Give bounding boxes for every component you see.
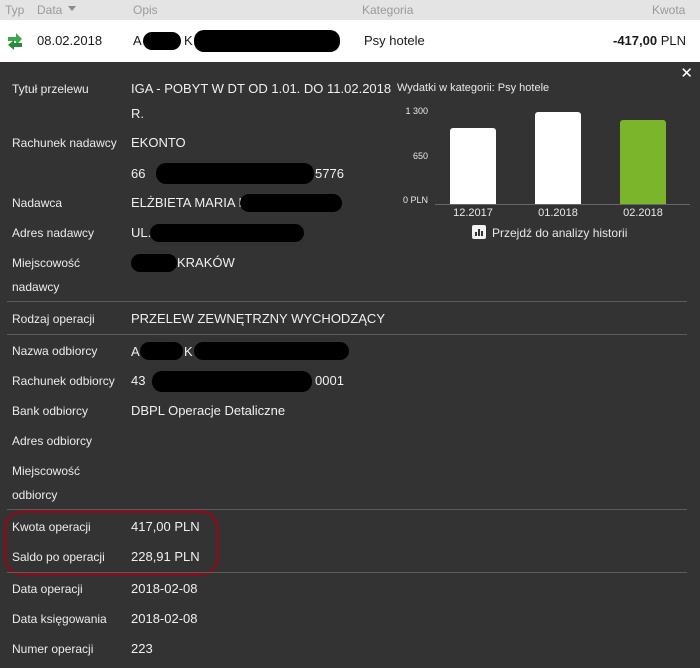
op-type-label: Rodzaj operacji	[12, 312, 95, 326]
redaction-block	[194, 30, 340, 52]
redaction-block	[143, 32, 181, 50]
sender-city-value: KRAKÓW	[177, 255, 235, 270]
bar-02.2018[interactable]	[620, 120, 666, 204]
y-tick-label: 1 300	[405, 106, 428, 116]
op-number-value: 223	[131, 641, 153, 656]
op-date-value: 2018-02-08	[131, 581, 198, 596]
sender-account-suffix: 5776	[315, 166, 344, 181]
column-amount[interactable]: Kwota	[652, 3, 685, 17]
sender-city-label-2: nadawcy	[12, 280, 60, 294]
bar-01.2018[interactable]	[535, 112, 581, 204]
title-label: Tytuł przelewu	[12, 82, 89, 96]
redaction-block	[131, 254, 177, 272]
recipient-city-label-1: Miejscowość	[12, 464, 81, 478]
column-type: Typ	[5, 3, 25, 17]
op-number-label: Numer operacji	[12, 642, 94, 656]
sender-account-prefix: 66	[131, 166, 146, 181]
transaction-details-panel: ✕ Tytuł przelewu IGA - POBYT W DT OD 1.0…	[0, 62, 700, 668]
redaction-block	[194, 342, 349, 360]
column-date[interactable]: Data	[37, 3, 77, 17]
recipient-name-k: K	[184, 344, 193, 359]
sender-city-label-1: Miejscowość	[12, 256, 81, 270]
recipient-name-label: Nazwa odbiorcy	[12, 344, 98, 358]
op-type-value: PRZELEW ZEWNĘTRZNY WYCHODZĄCY	[131, 311, 385, 326]
y-tick-label: 650	[412, 151, 428, 161]
x-tick-label: 12.2017	[453, 207, 493, 219]
sender-value: ELŻBIETA MARIA I	[131, 195, 243, 210]
redaction-block	[240, 194, 342, 212]
recipient-account-label: Rachunek odbiorcy	[12, 374, 115, 388]
divider	[7, 301, 687, 302]
title-value-line1: IGA - POBYT W DT OD 1.01. DO 11.02.2018	[131, 81, 392, 96]
close-icon[interactable]: ✕	[680, 64, 693, 82]
sender-account-label: Rachunek nadawcy	[12, 136, 117, 150]
op-date-label: Data operacji	[12, 582, 83, 596]
recipient-address-label: Adres odbiorcy	[12, 434, 93, 448]
sender-label: Nadawca	[12, 196, 63, 210]
sender-address-value: UL.	[131, 225, 152, 240]
redaction-block	[150, 224, 304, 242]
recipient-bank-value: DBPL Operacje Detaliczne	[131, 403, 286, 418]
column-description[interactable]: Opis	[133, 3, 158, 17]
recipient-account-suffix: 0001	[315, 373, 344, 388]
transaction-desc-start: A	[133, 33, 142, 48]
divider	[7, 572, 687, 573]
bar-12.2017[interactable]	[450, 128, 496, 204]
redaction-block	[140, 342, 183, 360]
sender-address-label: Adres nadawcy	[12, 226, 95, 240]
sort-desc-icon	[68, 6, 77, 11]
x-tick-label: 01.2018	[538, 207, 578, 219]
redaction-block	[152, 371, 312, 392]
recipient-name-a: A	[131, 344, 140, 359]
recipient-account-prefix: 43	[131, 373, 146, 388]
chart-baseline	[435, 204, 690, 205]
booking-date-label: Data księgowania	[12, 612, 107, 626]
transaction-currency: PLN	[660, 33, 687, 48]
transaction-amount: -417,00 PLN	[613, 33, 686, 48]
sender-account-type: EKONTO	[131, 135, 186, 150]
chart-title: Wydatki w kategorii: Psy hotele	[397, 82, 550, 94]
transaction-row[interactable]: 08.02.2018 A K Psy hotele -417,00 PLN	[0, 20, 700, 62]
transaction-desc-mid: K	[184, 33, 193, 48]
transaction-date: 08.02.2018	[37, 33, 103, 48]
y-tick-label: 0 PLN	[402, 195, 428, 205]
recipient-city-label-2: odbiorcy	[12, 488, 58, 502]
table-header: Typ Data Opis Kategoria Kwota	[0, 0, 700, 20]
highlight-annotation	[4, 510, 219, 576]
transaction-category: Psy hotele	[364, 33, 425, 48]
column-date-label: Data	[37, 3, 63, 17]
title-value-line2: R.	[131, 106, 144, 121]
transaction-amount-value: -417,00	[613, 33, 658, 48]
x-tick-label: 02.2018	[623, 207, 663, 219]
booking-date-value: 2018-02-08	[131, 611, 198, 626]
column-category[interactable]: Kategoria	[362, 3, 413, 17]
divider	[7, 334, 687, 335]
history-analysis-label: Przejdź do analizy historii	[492, 226, 628, 240]
history-analysis-link[interactable]: Przejdź do analizy historii	[472, 224, 628, 241]
redaction-block	[156, 163, 314, 184]
recipient-bank-label: Bank odbiorcy	[12, 404, 89, 418]
transfer-arrows-icon	[8, 33, 22, 50]
bar-chart-icon	[472, 224, 486, 239]
